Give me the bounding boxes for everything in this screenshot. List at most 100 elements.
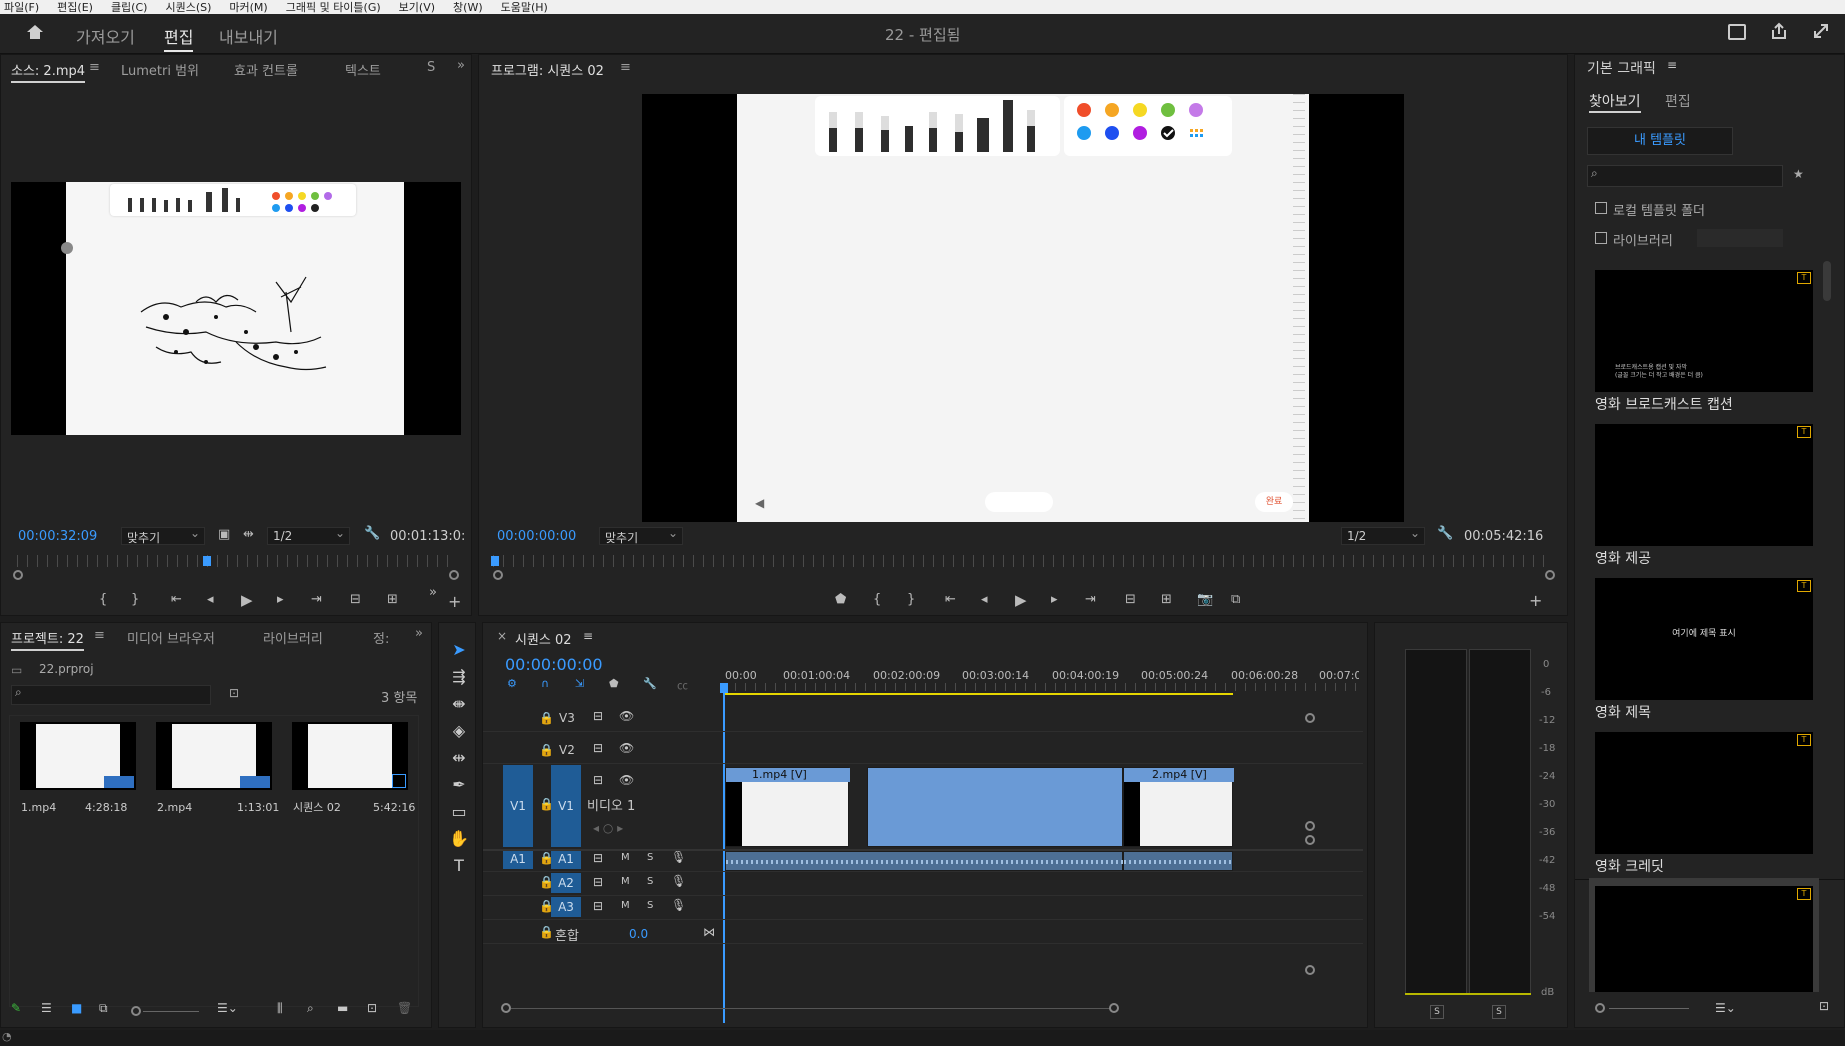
tab-more[interactable]: S: [427, 60, 435, 75]
program-play-icon[interactable]: ▶: [1015, 591, 1027, 609]
mute-button[interactable]: M: [621, 900, 630, 911]
program-mark-out-icon[interactable]: }: [907, 592, 915, 607]
eye-icon[interactable]: 👁: [619, 741, 634, 755]
timeline-timecode[interactable]: 00:00:00:00: [505, 655, 603, 674]
solo-button[interactable]: S: [647, 876, 653, 887]
source-patch-v1[interactable]: V1: [503, 765, 533, 847]
track-label-a3[interactable]: A3: [551, 897, 581, 917]
clip-gap-fill[interactable]: [867, 767, 1123, 847]
project-thumb-1[interactable]: [20, 722, 136, 790]
program-mark-in-icon[interactable]: {: [873, 592, 881, 607]
source-zoom-start[interactable]: [13, 570, 23, 580]
work-area-bar[interactable]: [725, 693, 1233, 695]
track-label-v2[interactable]: V2: [559, 743, 575, 757]
safe-margin-icon[interactable]: ▣: [218, 527, 230, 542]
menu-sequence[interactable]: 시퀀스(S): [165, 0, 211, 14]
play-icon[interactable]: ▶: [241, 591, 253, 609]
program-step-forward-icon[interactable]: ▸: [1051, 592, 1058, 607]
program-add-button-icon[interactable]: +: [1529, 591, 1542, 610]
tab-info[interactable]: 정:: [373, 628, 389, 647]
rectangle-tool-icon[interactable]: ▭: [448, 802, 470, 824]
program-go-to-out-icon[interactable]: ⇥: [1085, 592, 1096, 607]
program-timecode[interactable]: 00:00:00:00: [497, 529, 576, 544]
find-icon[interactable]: ⌕: [307, 1001, 314, 1016]
sync-lock-icon[interactable]: ⊟: [593, 851, 603, 865]
add-button-icon[interactable]: +: [448, 592, 461, 611]
overwrite-icon[interactable]: ⊞: [387, 592, 398, 607]
library-select[interactable]: [1697, 229, 1783, 247]
timeline-marker-icon[interactable]: ⬟: [609, 677, 619, 690]
clip-2-video[interactable]: 2.mp4 [V]: [1123, 767, 1234, 847]
tab-program[interactable]: 프로그램: 시퀀스 02: [491, 60, 604, 81]
audio-scroll-top[interactable]: [1305, 835, 1315, 845]
program-zoom-start[interactable]: [493, 570, 503, 580]
source-playhead[interactable]: [203, 556, 211, 566]
essential-menu-icon[interactable]: ≡: [1667, 58, 1677, 72]
pen-tool-icon[interactable]: ✒: [448, 775, 470, 797]
step-back-icon[interactable]: ◂: [207, 592, 214, 607]
program-fit-select[interactable]: 맞추기: [599, 526, 683, 545]
source-fit-select[interactable]: 맞추기: [121, 526, 205, 545]
solo-button[interactable]: S: [647, 900, 653, 911]
menu-graphics[interactable]: 그래픽 및 타이틀(G): [286, 0, 381, 14]
timeline-close-icon[interactable]: ×: [497, 629, 507, 643]
lock-icon[interactable]: 🔒: [539, 743, 554, 757]
template-search-input[interactable]: [1587, 165, 1783, 187]
sync-lock-icon[interactable]: ⊟: [593, 875, 603, 889]
source-zoom-end[interactable]: [449, 570, 459, 580]
comparison-view-icon[interactable]: ⧉: [1231, 592, 1240, 607]
source-patch-a1[interactable]: A1: [503, 849, 533, 869]
source-timecode[interactable]: 00:00:32:09: [18, 529, 97, 544]
tab-project[interactable]: 프로젝트: 22: [11, 628, 84, 651]
templates-scrollbar[interactable]: [1823, 261, 1831, 301]
new-bin-bottom-icon[interactable]: ▬: [337, 1001, 348, 1015]
library-checkbox[interactable]: [1595, 232, 1607, 244]
automate-sequence-icon[interactable]: ⫼: [277, 1001, 283, 1016]
favorites-star-icon[interactable]: ★: [1793, 167, 1804, 181]
video-scroll-top[interactable]: [1305, 713, 1315, 723]
snap-icon[interactable]: ∩: [541, 677, 549, 690]
mic-icon[interactable]: 🎙: [671, 874, 686, 888]
sort-icons-icon[interactable]: ☰⌄: [217, 1001, 238, 1015]
project-menu-icon[interactable]: ≡: [94, 628, 105, 643]
track-label-a2[interactable]: A2: [551, 873, 581, 893]
type-tool-icon[interactable]: T: [448, 856, 470, 878]
tab-browse[interactable]: 찾아보기: [1589, 91, 1641, 113]
program-step-back-icon[interactable]: ◂: [981, 592, 988, 607]
menu-window[interactable]: 창(W): [453, 0, 483, 14]
linked-selection-icon[interactable]: ⇲: [575, 677, 584, 690]
write-mode-icon[interactable]: ✎: [11, 1001, 21, 1015]
freeform-view-icon[interactable]: ⧉: [99, 1001, 108, 1016]
keyframe-prev-icon[interactable]: ◂ ○ ▸: [593, 821, 623, 835]
sync-lock-icon[interactable]: ⊟: [593, 741, 603, 755]
timeline-zoom-start[interactable]: [501, 1003, 511, 1013]
drag-video-icon[interactable]: ⇹: [243, 527, 254, 542]
tab-essential-edit[interactable]: 편집: [1665, 91, 1691, 111]
go-to-mix-icon[interactable]: ⋈: [703, 925, 715, 939]
menu-view[interactable]: 보기(V): [399, 0, 435, 14]
captions-icon[interactable]: ㏄: [677, 677, 688, 693]
project-search-input[interactable]: [11, 685, 211, 705]
program-go-to-in-icon[interactable]: ⇤: [945, 592, 956, 607]
program-menu-icon[interactable]: ≡: [620, 60, 631, 75]
eye-icon[interactable]: 👁: [619, 773, 634, 787]
clip-1-video[interactable]: 1.mp4 [V]: [725, 767, 850, 847]
timeline-ruler[interactable]: [725, 683, 1357, 691]
home-icon[interactable]: [26, 23, 44, 41]
my-templates-button[interactable]: 내 템플릿: [1587, 127, 1733, 155]
timeline-playhead-head[interactable]: [720, 683, 728, 693]
project-thumb-2[interactable]: [156, 722, 272, 790]
clip-1-audio[interactable]: [725, 851, 1124, 871]
step-forward-icon[interactable]: ▸: [277, 592, 284, 607]
template-thumb-broadcast[interactable]: T 브로드캐스트용 캡션 및 자막 (글꼴 크기는 더 작고 배경은 더 큼): [1595, 270, 1813, 392]
trash-icon[interactable]: 🗑: [397, 1001, 412, 1015]
extract-icon[interactable]: ⊞: [1161, 592, 1172, 607]
tab-lumetri[interactable]: Lumetri 범위: [121, 60, 199, 79]
video-scroll-bottom[interactable]: [1305, 821, 1315, 831]
template-thumb-credits[interactable]: T: [1595, 732, 1813, 854]
mark-in-icon[interactable]: {: [99, 592, 107, 607]
new-layer-icon[interactable]: ⊡: [1819, 999, 1829, 1013]
tab-source[interactable]: 소스: 2.mp4: [11, 60, 86, 83]
icon-view-icon[interactable]: ■: [71, 1001, 82, 1015]
template-thumb-credit[interactable]: T: [1595, 424, 1813, 546]
